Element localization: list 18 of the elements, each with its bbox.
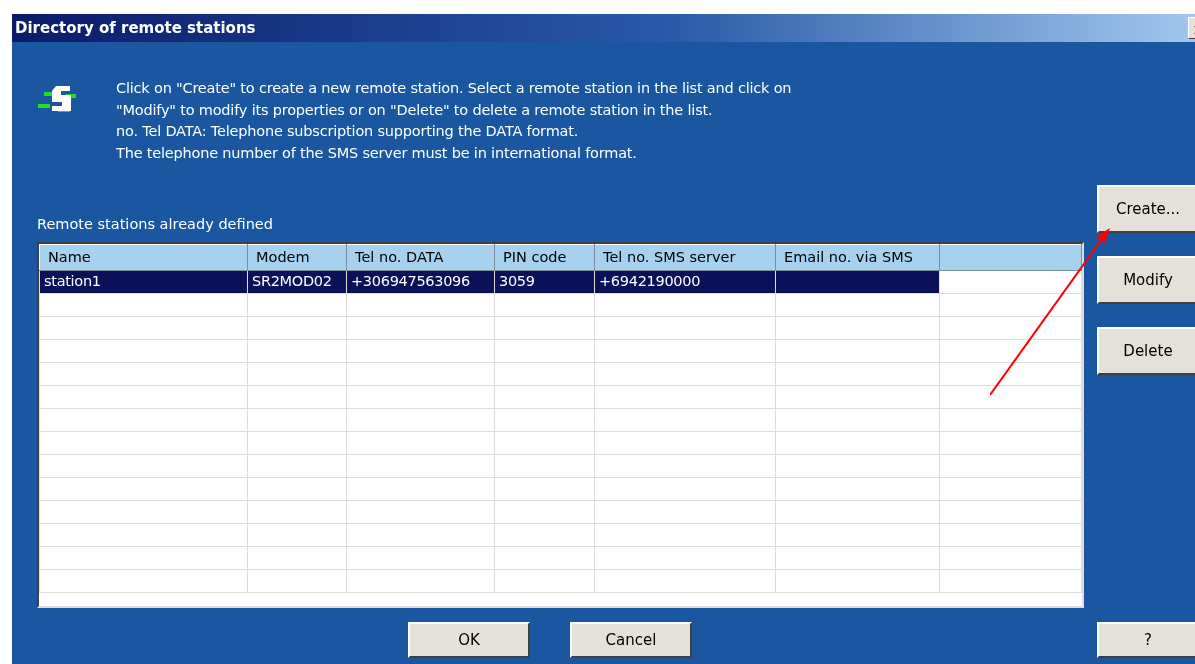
list-label: Remote stations already defined	[36, 215, 274, 234]
action-button[interactable]: Modify	[1097, 256, 1195, 304]
column-header[interactable]: Email no. via SMS	[775, 244, 940, 271]
action-button[interactable]: Delete	[1097, 327, 1195, 375]
table-cell: +306947563096	[346, 270, 495, 294]
table-cell: station1	[39, 270, 248, 294]
column-header[interactable]: Modem	[247, 244, 347, 271]
instructions-text: Click on "Create" to create a new remote station. Select a remote station in the list and click on "Modify" to modify its properties or on "Delete" to delete a remote station in the list. no. Tel DATA: Telephone subscription supporting the DATA format. The telephone number of the SMS server must be in international format.	[115, 79, 792, 163]
dialog-button[interactable]: OK	[408, 622, 530, 658]
column-header[interactable]: Name	[39, 244, 248, 271]
table-cell: +6942190000	[594, 270, 776, 294]
help-button[interactable]: ?	[1097, 622, 1195, 658]
window-title: Directory of remote stations	[15, 17, 257, 39]
column-header[interactable]: PIN code	[494, 244, 595, 271]
column-header[interactable]: Tel no. SMS server	[594, 244, 776, 271]
column-header[interactable]: Tel no. DATA	[346, 244, 495, 271]
action-button[interactable]: Create...	[1097, 185, 1195, 233]
dialog-button[interactable]: Cancel	[570, 622, 692, 658]
